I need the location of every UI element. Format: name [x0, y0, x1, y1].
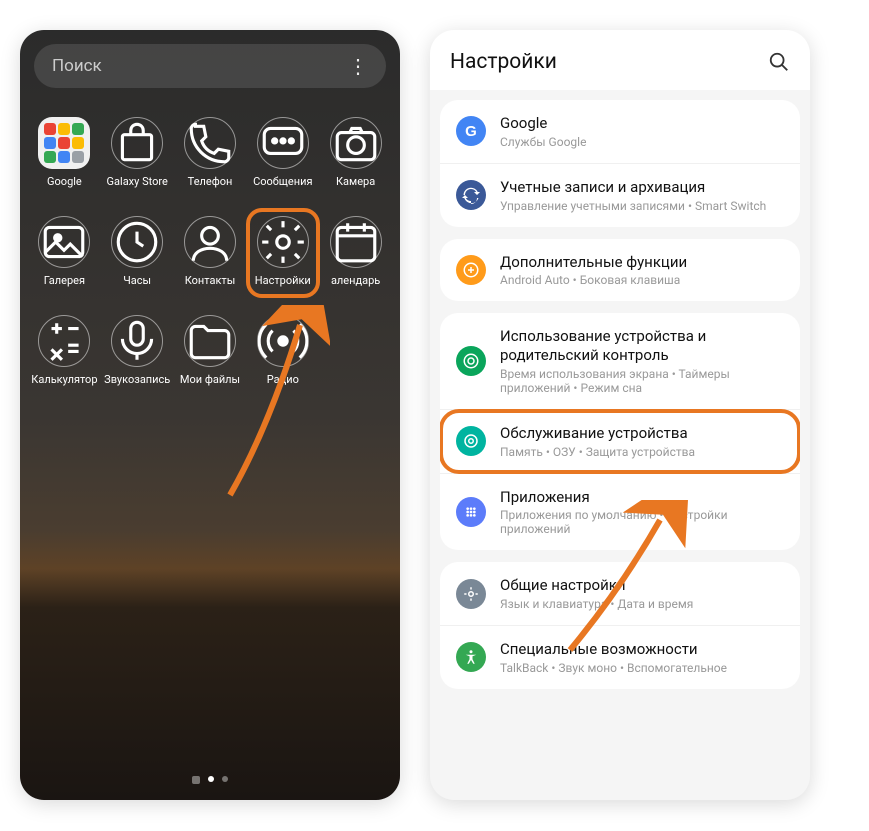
gallery-icon	[38, 216, 90, 268]
bag-icon	[111, 117, 163, 169]
calendar-icon	[330, 216, 382, 268]
row-subtitle: Время использования экрана • Таймеры при…	[500, 367, 784, 395]
app-label: Звукозапись	[104, 373, 170, 386]
app-label: Галерея	[44, 274, 85, 287]
folder2-icon	[184, 315, 236, 367]
app-label: Калькулятор	[31, 373, 97, 386]
settings-row[interactable]: Учетные записи и архивация Управление уче…	[440, 163, 800, 227]
G-icon: G	[456, 116, 486, 146]
row-subtitle: TalkBack • Звук моно • Вспомогательное	[500, 661, 784, 675]
sync-icon	[456, 180, 486, 210]
settings-card: G Google Службы Google Учетные записи и арх…	[440, 100, 800, 227]
app-contact[interactable]: Контакты	[174, 216, 247, 287]
row-title: Приложения	[500, 488, 784, 507]
row-text: Дополнительные функцииAndroid Auto • Бок…	[500, 253, 784, 288]
app-label: Контакты	[185, 274, 236, 287]
row-subtitle: Память • ОЗУ • Защита устройства	[500, 445, 784, 459]
app-radio[interactable]: Радио	[246, 315, 319, 386]
search-placeholder: Поиск	[52, 56, 102, 76]
phone-settings: Настройки G Google Службы Google Учетные за…	[430, 30, 810, 800]
highlight-box	[246, 208, 320, 298]
app-label: Телефон	[188, 175, 233, 188]
chat-icon	[257, 117, 309, 169]
folder-icon	[38, 117, 90, 169]
app-label: Google	[47, 175, 82, 188]
row-subtitle: Приложения по умолчанию • Настройки прил…	[500, 508, 784, 536]
calc-icon	[38, 315, 90, 367]
row-title: Специальные возможности	[500, 640, 784, 659]
row-title: Использование устройства и родительский …	[500, 327, 784, 365]
app-camera[interactable]: Камера	[319, 117, 392, 188]
app-label: Сообщения	[253, 175, 312, 188]
row-subtitle: Управление учетными записями • Smart Swi…	[500, 199, 784, 213]
row-title: Дополнительные функции	[500, 253, 784, 272]
app-folder[interactable]: Google	[28, 117, 101, 188]
app-mic[interactable]: Звукозапись	[101, 315, 174, 386]
camera-icon	[330, 117, 382, 169]
contact-icon	[184, 216, 236, 268]
app-clock[interactable]: Часы	[101, 216, 174, 287]
app-chat[interactable]: Сообщения	[246, 117, 319, 188]
wellbeing-icon	[456, 346, 486, 376]
settings-row[interactable]: G Google Службы Google	[440, 100, 800, 163]
settings-row[interactable]: Дополнительные функцииAndroid Auto • Бок…	[440, 239, 800, 302]
settings-card: Использование устройства и родительский …	[440, 313, 800, 550]
app-label: Galaxy Store	[107, 175, 168, 188]
row-title: Google	[500, 114, 784, 133]
mic-icon	[111, 315, 163, 367]
settings-row[interactable]: Обслуживание устройства Память • ОЗУ • За…	[440, 409, 800, 473]
menu-dots-icon[interactable]: ⋮	[348, 54, 368, 78]
row-subtitle: Android Auto • Боковая клавиша	[500, 273, 784, 287]
app-label: Камера	[336, 175, 375, 188]
page-indicator	[192, 776, 228, 784]
row-text: ПриложенияПриложения по умолчанию • Наст…	[500, 488, 784, 537]
app-phone[interactable]: Телефон	[174, 117, 247, 188]
row-text: Google Службы Google	[500, 114, 784, 149]
app-grid: Google Galaxy Store Телефон Сообщения Камера…	[20, 102, 400, 402]
phone-app-drawer: Поиск ⋮ Google Galaxy Store Телефон Сообщен…	[20, 30, 400, 800]
page-dot[interactable]	[222, 776, 228, 782]
page-dot[interactable]	[208, 776, 214, 782]
row-text: Учетные записи и архивация Управление уче…	[500, 178, 784, 213]
row-title: Учетные записи и архивация	[500, 178, 784, 197]
general-icon	[456, 579, 486, 609]
settings-row[interactable]: Специальные возможности TalkBack • Звук м…	[440, 625, 800, 689]
app-gear[interactable]: Настройки	[246, 216, 319, 287]
home-indicator-icon[interactable]	[192, 776, 200, 784]
radio-icon	[257, 315, 309, 367]
search-icon[interactable]	[768, 51, 790, 73]
row-title: Обслуживание устройства	[500, 424, 784, 443]
app-folder2[interactable]: Мои файлы	[174, 315, 247, 386]
app-label: алендарь	[331, 274, 380, 287]
row-subtitle: Язык и клавиатура • Дата и время	[500, 597, 784, 611]
row-text: Обслуживание устройства Память • ОЗУ • За…	[500, 424, 784, 459]
access-icon	[456, 642, 486, 672]
app-calc[interactable]: Калькулятор	[28, 315, 101, 386]
settings-title: Настройки	[450, 50, 557, 74]
app-gallery[interactable]: Галерея	[28, 216, 101, 287]
settings-row[interactable]: Использование устройства и родительский …	[440, 313, 800, 409]
app-calendar[interactable]: алендарь	[319, 216, 392, 287]
settings-card: Дополнительные функцииAndroid Auto • Бок…	[440, 239, 800, 302]
app-label: Часы	[123, 274, 151, 287]
apps-icon	[456, 497, 486, 527]
row-text: Использование устройства и родительский …	[500, 327, 784, 395]
settings-row[interactable]: Общие настройки Язык и клавиатура • Дата …	[440, 562, 800, 625]
plus-icon	[456, 255, 486, 285]
app-label: Радио	[267, 373, 299, 386]
settings-row[interactable]: ПриложенияПриложения по умолчанию • Наст…	[440, 473, 800, 551]
app-bag[interactable]: Galaxy Store	[101, 117, 174, 188]
row-text: Специальные возможности TalkBack • Звук м…	[500, 640, 784, 675]
care-icon	[456, 426, 486, 456]
app-label: Мои файлы	[180, 373, 240, 386]
search-bar[interactable]: Поиск ⋮	[34, 44, 386, 88]
phone-icon	[184, 117, 236, 169]
settings-list: G Google Службы Google Учетные записи и арх…	[430, 90, 810, 699]
row-text: Общие настройки Язык и клавиатура • Дата …	[500, 576, 784, 611]
row-title: Общие настройки	[500, 576, 784, 595]
clock-icon	[111, 216, 163, 268]
settings-header: Настройки	[430, 30, 810, 90]
settings-card: Общие настройки Язык и клавиатура • Дата …	[440, 562, 800, 689]
row-subtitle: Службы Google	[500, 135, 784, 149]
